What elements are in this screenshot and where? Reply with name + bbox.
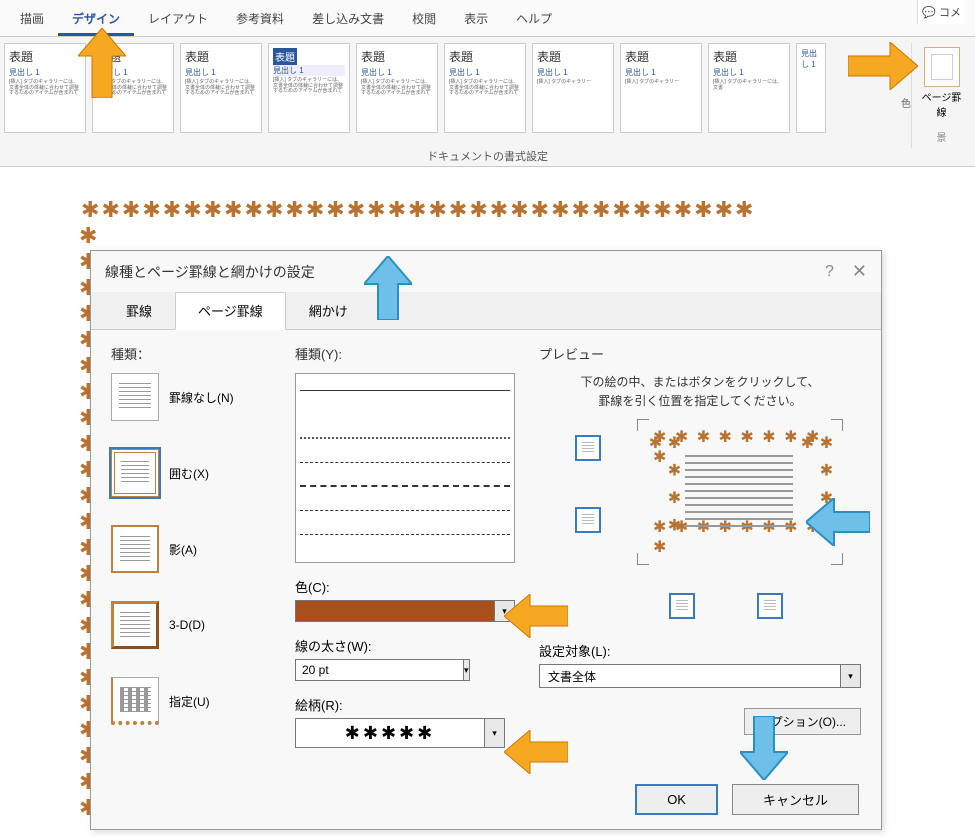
line-style-list[interactable]	[295, 373, 515, 563]
style-thumb[interactable]: 表題見出し 1[挿入] タブのギャラリーには、文書全体の体裁に合わせて調整するた…	[444, 43, 526, 133]
preview-hint: 下の絵の中、またはボタンをクリックして、 罫線を引く位置を指定してください。	[539, 373, 861, 411]
setting-label: 種類：	[111, 344, 271, 363]
style-label: 種類(Y):	[295, 344, 515, 363]
color-dropdown[interactable]: ▾	[295, 600, 515, 622]
ribbon-design-panel: 表題見出し 1[挿入] タブのギャラリーには、文書全体の体裁に合わせて調整するた…	[0, 37, 975, 167]
ribbon-group-label: ドキュメントの書式設定	[427, 148, 548, 164]
color-swatch	[295, 600, 495, 622]
style-thumb[interactable]: 表題見出し 1[挿入] タブのギャラリーには、文書全体の体裁に合わせて調整するた…	[180, 43, 262, 133]
dialog-tabs: 罫線 ページ罫線 網かけ	[91, 292, 881, 330]
apply-to-label: 設定対象(L):	[539, 641, 861, 660]
setting-3d-label: 3-D(D)	[169, 618, 205, 632]
style-thumb[interactable]: 見出し 1	[796, 43, 826, 133]
cancel-button[interactable]: キャンセル	[732, 784, 859, 815]
color-label: 色(C):	[295, 577, 515, 596]
tab-draw[interactable]: 描画	[6, 4, 58, 36]
annotation-arrow-up-icon	[364, 256, 412, 320]
page-borders-button[interactable]	[924, 47, 960, 87]
edge-button-right[interactable]	[757, 593, 783, 619]
edge-button-bottom[interactable]	[669, 593, 695, 619]
tab-shading[interactable]: 網かけ	[286, 292, 371, 329]
annotation-arrow-left-icon	[504, 594, 568, 638]
tab-help[interactable]: ヘルプ	[502, 4, 566, 36]
setting-3d[interactable]: 3-D(D)	[111, 601, 271, 649]
dialog-close-icon[interactable]: ✕	[852, 261, 867, 282]
chevron-down-icon[interactable]: ▾	[485, 718, 505, 748]
tab-view[interactable]: 表示	[450, 4, 502, 36]
edge-button-left[interactable]	[575, 507, 601, 533]
annotation-arrow-left-icon	[504, 730, 568, 774]
tab-borders[interactable]: 罫線	[103, 292, 175, 329]
style-thumb[interactable]: 表題見出し 1[挿入] タブのギャラリーには、文書全体の体裁に合わせて調整するた…	[4, 43, 86, 133]
preview-label: プレビュー	[539, 344, 861, 363]
setting-none[interactable]: 罫線なし(N)	[111, 373, 271, 421]
annotation-arrow-right-icon	[848, 42, 918, 90]
chevron-down-icon[interactable]: ▾	[841, 664, 861, 688]
tab-page-borders[interactable]: ページ罫線	[175, 292, 286, 330]
annotation-arrow-up-icon	[78, 28, 126, 98]
width-dropdown[interactable]: ▾	[295, 659, 395, 681]
art-dropdown[interactable]: ✱✱✱✱✱ ▾	[295, 718, 505, 748]
page-background-label: 景	[937, 129, 947, 144]
style-thumb-selected[interactable]: 表題見出し 1[挿入] タブのギャラリーには、文書全体の体裁に合わせて調整するた…	[268, 43, 350, 133]
setting-shadow[interactable]: 影(A)	[111, 525, 271, 573]
ribbon-tabs: 描画 デザイン レイアウト 参考資料 差し込み文書 校閲 表示 ヘルプ 💬 コメ	[0, 0, 975, 37]
style-thumb[interactable]: 表題見出し 1[挿入] タブのギャラリーには、文書	[708, 43, 790, 133]
chevron-down-icon[interactable]: ▾	[464, 659, 470, 681]
document-formatting-gallery[interactable]: 表題見出し 1[挿入] タブのギャラリーには、文書全体の体裁に合わせて調整するた…	[4, 43, 897, 133]
setting-box[interactable]: 囲む(X)	[111, 449, 271, 497]
art-label: 絵柄(R):	[295, 695, 515, 714]
apply-to-dropdown[interactable]: 文書全体 ▾	[539, 664, 861, 688]
width-input[interactable]	[295, 659, 464, 681]
edge-button-top[interactable]	[575, 435, 601, 461]
setting-custom-label: 指定(U)	[169, 693, 210, 710]
tab-references[interactable]: 参考資料	[222, 4, 298, 36]
tab-layout[interactable]: レイアウト	[134, 4, 222, 36]
setting-none-label: 罫線なし(N)	[169, 389, 234, 406]
dialog-help-icon[interactable]: ?	[825, 263, 834, 281]
annotation-arrow-down-icon	[740, 716, 788, 780]
ok-button[interactable]: OK	[635, 784, 718, 815]
tab-review[interactable]: 校閲	[398, 4, 450, 36]
style-thumb[interactable]: 表題見出し 1[挿入] タブのギャラリー	[620, 43, 702, 133]
preview-column: プレビュー 下の絵の中、またはボタンをクリックして、 罫線を引く位置を指定してく…	[539, 344, 861, 756]
style-column: 種類(Y): 色(C): ▾ 線の太さ(W): ▾ 絵柄(R):	[295, 344, 515, 756]
art-preview: ✱✱✱✱✱	[295, 718, 485, 748]
tab-mailings[interactable]: 差し込み文書	[298, 4, 398, 36]
apply-to-value: 文書全体	[539, 664, 841, 688]
page-borders-label: ページ罫線	[918, 89, 965, 119]
annotation-arrow-left-icon	[806, 498, 870, 546]
style-thumb[interactable]: 表題見出し 1[挿入] タブのギャラリー	[532, 43, 614, 133]
style-thumb[interactable]: 表題見出し 1[挿入] タブのギャラリーには、文書全体の体裁に合わせて調整するた…	[356, 43, 438, 133]
dialog-title: 線種とページ罫線と網かけの設定	[105, 262, 315, 282]
dialog-titlebar: 線種とページ罫線と網かけの設定 ? ✕	[91, 251, 881, 292]
setting-column: 種類： 罫線なし(N) 囲む(X) 影(A) 3-D(D) 指定(U)	[111, 344, 271, 756]
setting-box-label: 囲む(X)	[169, 465, 209, 482]
setting-shadow-label: 影(A)	[169, 541, 197, 558]
setting-custom[interactable]: 指定(U)	[111, 677, 271, 725]
page-color-label: 色	[901, 95, 911, 110]
comments-button[interactable]: 💬 コメ	[917, 0, 965, 24]
width-label: 線の太さ(W):	[295, 636, 515, 655]
